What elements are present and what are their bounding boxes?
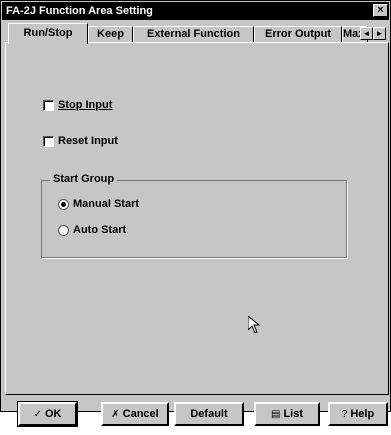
reset-input-label: Reset Input (58, 135, 118, 147)
check-icon: ✓ (33, 409, 42, 420)
tab-strip: Run/Stop Keep External Function Error Ou… (6, 23, 388, 44)
default-label: Default (190, 408, 228, 420)
list-icon: ▤ (270, 409, 281, 420)
tab-scroll-left-icon[interactable]: ◄ (360, 27, 373, 40)
help-label: Help (350, 408, 375, 420)
radio-dot[interactable] (58, 224, 69, 236)
cancel-icon: ✗ (111, 409, 120, 420)
list-label: List (283, 408, 303, 420)
tab-scroll-right-icon[interactable]: ► (373, 27, 386, 40)
start-group-box: Start Group Manual Start Auto Start (41, 173, 347, 258)
help-button[interactable]: ? Help (328, 402, 388, 426)
tab-external-function[interactable]: External Function (133, 26, 254, 43)
close-button[interactable]: × (373, 4, 388, 17)
cancel-button[interactable]: ✗ Cancel (101, 402, 169, 426)
auto-start-label: Auto Start (73, 224, 127, 236)
radio-dot[interactable] (58, 198, 69, 210)
stop-input-label: Stop Input (58, 99, 113, 111)
mouse-cursor-icon (248, 316, 260, 334)
auto-start-radio[interactable]: Auto Start (58, 224, 126, 236)
function-area-dialog: FA-2J Function Area Setting × Run/Stop K… (0, 0, 391, 427)
tab-run-stop[interactable]: Run/Stop (8, 23, 88, 44)
checkbox-box[interactable] (43, 135, 54, 147)
ok-button[interactable]: ✓ OK (17, 401, 78, 427)
start-group-label: Start Group (50, 173, 118, 185)
checkbox-box[interactable] (43, 99, 54, 111)
manual-start-label: Manual Start (73, 198, 140, 210)
window-title: FA-2J Function Area Setting (6, 5, 153, 17)
help-icon: ? (341, 409, 348, 420)
tab-error-output[interactable]: Error Output (254, 26, 342, 43)
ok-label: OK (44, 408, 62, 420)
default-button[interactable]: Default (174, 402, 244, 426)
reset-input-checkbox[interactable]: Reset Input (43, 135, 118, 147)
title-bar: FA-2J Function Area Setting × (2, 2, 389, 20)
stop-input-checkbox[interactable]: Stop Input (43, 99, 112, 111)
cancel-label: Cancel (122, 408, 159, 420)
manual-start-radio[interactable]: Manual Start (58, 198, 139, 210)
tab-keep[interactable]: Keep (88, 26, 133, 43)
list-button[interactable]: ▤ List (254, 402, 320, 426)
